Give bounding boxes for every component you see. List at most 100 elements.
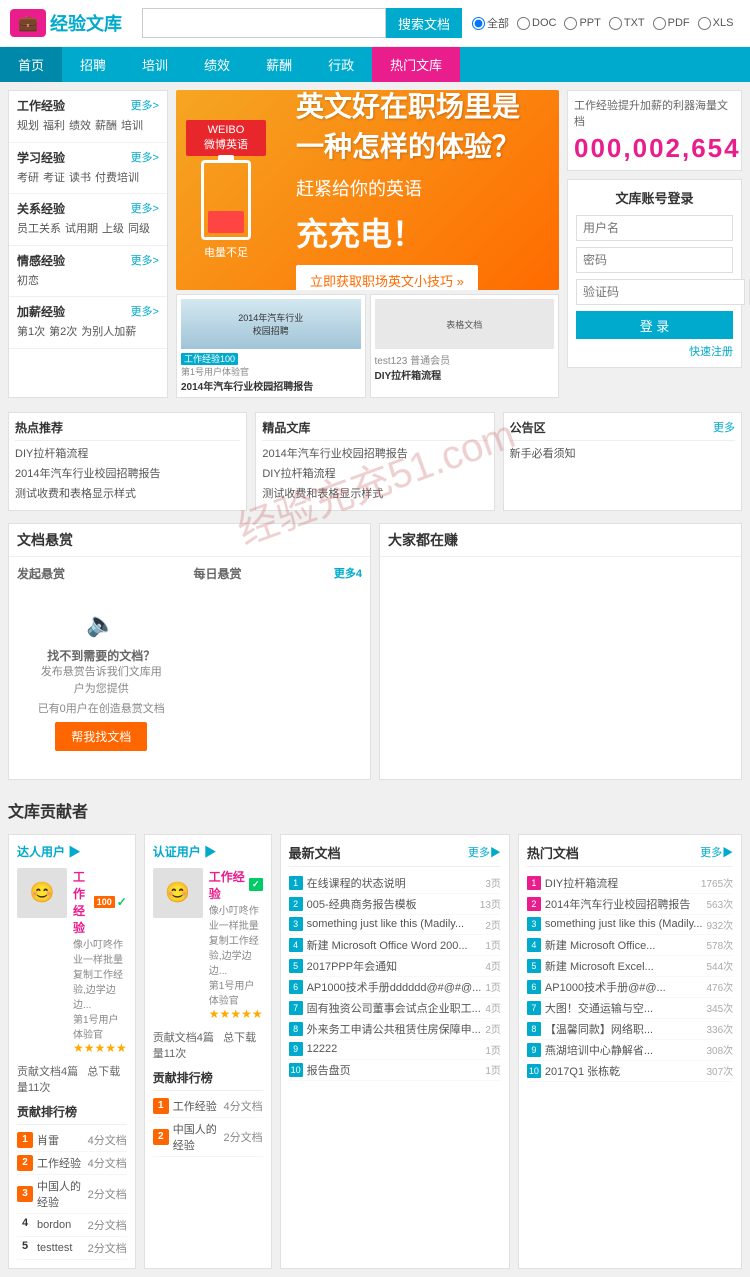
main-area: 工作经验 更多> 规划福利绩效薪酬培训 学习经验 更多> 考研考证读书付费培训 …: [0, 82, 750, 406]
doc-badge-1: 工作经验100: [181, 353, 238, 365]
sidebar-raise-more[interactable]: 更多>: [131, 303, 159, 320]
latest-more[interactable]: 更多▶: [468, 844, 501, 860]
hot-item-8: 8 【温馨同款】网络职... 336次: [527, 1019, 733, 1040]
option-pdf[interactable]: PDF: [653, 15, 690, 31]
sidebar-work-exp: 工作经验 更多> 规划福利绩效薪酬培训: [9, 91, 167, 143]
latest-title-2[interactable]: 005-经典商务报告模板: [307, 896, 476, 912]
latest-pages-5: 4页: [485, 958, 501, 973]
doc-card-1[interactable]: 2014年汽车行业校园招聘 工作经验100 第1号用户体验官 2014年汽车行业…: [176, 294, 366, 398]
hot-title-10[interactable]: 2017Q1 张栋乾: [545, 1063, 703, 1079]
search-input[interactable]: [142, 8, 386, 38]
hot-title-9[interactable]: 燕湖培训中心静解省...: [545, 1042, 703, 1058]
hot-title-8[interactable]: 【温馨同款】网络职...: [545, 1021, 703, 1037]
sidebar-emotion-exp: 情感经验 更多> 初恋: [9, 246, 167, 298]
auth-user-info: 工作经验 ✓ 像小叮咚作业一样批量复制工作经验,边学边边... 第1号用户体验官…: [209, 868, 263, 1021]
auth-rank-name-1[interactable]: 工作经验: [173, 1098, 224, 1114]
sidebar-work-more[interactable]: 更多>: [131, 97, 159, 114]
find-doc-button[interactable]: 帮我找文档: [55, 722, 147, 751]
nav-admin[interactable]: 行政: [310, 47, 372, 82]
latest-title-6[interactable]: AP1000技术手册dddddd@#@#@...: [307, 979, 482, 995]
rank-name-3[interactable]: 中国人的经验: [37, 1178, 88, 1210]
latest-num-1: 1: [289, 876, 303, 890]
logo-icon: [10, 9, 46, 37]
option-ppt[interactable]: PPT: [564, 15, 600, 31]
captcha-input[interactable]: [576, 279, 745, 305]
reward-sub-label: 发起悬赏: [17, 565, 186, 582]
boutique-item-1[interactable]: 2014年汽车行业校园招聘报告: [262, 445, 487, 465]
sidebar-study-more[interactable]: 更多>: [131, 149, 159, 166]
latest-title-9[interactable]: 12222: [307, 1043, 482, 1055]
hot-rec-item-2[interactable]: 2014年汽车行业校园招聘报告: [15, 465, 240, 485]
auth-subtitle[interactable]: 认证用户 ▶: [153, 843, 263, 860]
reward-desc2: 已有0用户在创造悬赏文档: [37, 701, 166, 718]
nav-recruit[interactable]: 招聘: [62, 47, 124, 82]
banner-cta-button[interactable]: 立即获取职场英文小技巧 »: [296, 265, 478, 291]
option-doc[interactable]: DOC: [517, 15, 556, 31]
register-link[interactable]: 快速注册: [576, 343, 733, 359]
rank-name-5[interactable]: testtest: [37, 1242, 88, 1254]
rank-name-4[interactable]: bordon: [37, 1219, 88, 1231]
option-all[interactable]: 全部: [472, 15, 509, 31]
notice-item-1[interactable]: 新手必看须知: [510, 445, 735, 465]
hot-pages-4: 578次: [706, 937, 733, 952]
latest-title-8[interactable]: 外来务工申请公共租赁住房保障申...: [307, 1021, 482, 1037]
latest-title-5[interactable]: 2017PPP年会通知: [307, 958, 482, 974]
auth-rank-name-2[interactable]: 中国人的经验: [173, 1121, 224, 1153]
hot-rec-item-3[interactable]: 测试收费和表格显示样式: [15, 485, 240, 505]
boutique-item-3[interactable]: 测试收费和表格显示样式: [262, 485, 487, 505]
hot-title-1[interactable]: DIY拉杆箱流程: [545, 875, 697, 891]
latest-title-4[interactable]: 新建 Microsoft Office Word 200...: [307, 937, 482, 953]
option-xls[interactable]: XLS: [698, 15, 734, 31]
option-txt[interactable]: TXT: [609, 15, 645, 31]
hot-pages-10: 307次: [706, 1063, 733, 1078]
latest-header: 最新文档 更多▶: [289, 843, 501, 867]
sidebar-raise-tags: 第1次第2次为别人加薪: [17, 324, 159, 342]
latest-title-10[interactable]: 报告盘页: [307, 1062, 482, 1078]
boutique-item-2[interactable]: DIY拉杆箱流程: [262, 465, 487, 485]
nav-home[interactable]: 首页: [0, 47, 62, 82]
rank-name-2[interactable]: 工作经验: [37, 1155, 88, 1171]
sidebar-emotion-more[interactable]: 更多>: [131, 252, 159, 269]
vip-check: ✓: [117, 895, 127, 909]
banner: WEIBO微博英语 电量不足 英文好在职场里是一种怎样的体验？ 赶紧给你的英语 …: [176, 90, 559, 290]
latest-title-1[interactable]: 在线课程的状态说明: [307, 875, 482, 891]
vip-badge: 100: [94, 896, 115, 908]
hot-title-4[interactable]: 新建 Microsoft Office...: [545, 937, 703, 953]
auth-rank-title: 贡献排行榜: [153, 1069, 263, 1091]
hot-title-3[interactable]: something just like this (Madily...: [545, 918, 703, 930]
auth-rank-section: 贡献排行榜 1 工作经验 4分文档 2 中国人的经验 2分文档: [153, 1069, 263, 1157]
vip-subtitle[interactable]: 达人用户 ▶: [17, 843, 127, 860]
hot-pages-5: 544次: [706, 958, 733, 973]
reward-right-header: 大家都在赚: [380, 524, 741, 557]
latest-pages-4: 1页: [485, 937, 501, 952]
banner-area: WEIBO微博英语 电量不足 英文好在职场里是一种怎样的体验？ 赶紧给你的英语 …: [176, 90, 559, 398]
hot-title-2[interactable]: 2014年汽车行业校园招聘报告: [545, 896, 703, 912]
hot-rec-item-1[interactable]: DIY拉杆箱流程: [15, 445, 240, 465]
latest-num-8: 8: [289, 1022, 303, 1036]
banner-charge: 充充电！: [296, 209, 539, 255]
nav-salary[interactable]: 薪酬: [248, 47, 310, 82]
search-button[interactable]: 搜索文档: [386, 8, 462, 38]
latest-title-7[interactable]: 固有独资公司董事会试点企业职工...: [307, 1000, 482, 1016]
hot-more[interactable]: 更多▶: [700, 844, 733, 860]
hot-title-6[interactable]: AP1000技术手册@#@...: [545, 979, 703, 995]
login-button[interactable]: 登 录: [576, 311, 733, 339]
daily-more[interactable]: 更多4: [334, 565, 362, 582]
nav-training[interactable]: 培训: [124, 47, 186, 82]
auth-rank-count-2: 2分文档: [223, 1129, 262, 1145]
auth-name: 工作经验 ✓: [209, 868, 263, 902]
doc-card-2[interactable]: 表格文档 test123 普通会员 DIY拉杆箱流程: [370, 294, 560, 398]
notice-more[interactable]: 更多: [713, 419, 735, 436]
hot-title-5[interactable]: 新建 Microsoft Excel...: [545, 958, 703, 974]
nav-hot[interactable]: 热门文库: [372, 47, 460, 82]
hot-num-1: 1: [527, 876, 541, 890]
doc-thumb-1: 2014年汽车行业校园招聘: [181, 299, 361, 349]
username-input[interactable]: [576, 215, 733, 241]
nav-performance[interactable]: 绩效: [186, 47, 248, 82]
password-input[interactable]: [576, 247, 733, 273]
rank-name-1[interactable]: 肖雷: [37, 1132, 88, 1148]
sidebar-relation-exp: 关系经验 更多> 员工关系试用期上级同级: [9, 194, 167, 246]
latest-title-3[interactable]: something just like this (Madily...: [307, 918, 482, 930]
hot-title-7[interactable]: 大图！交通运输与空...: [545, 1000, 703, 1016]
sidebar-relation-more[interactable]: 更多>: [131, 200, 159, 217]
